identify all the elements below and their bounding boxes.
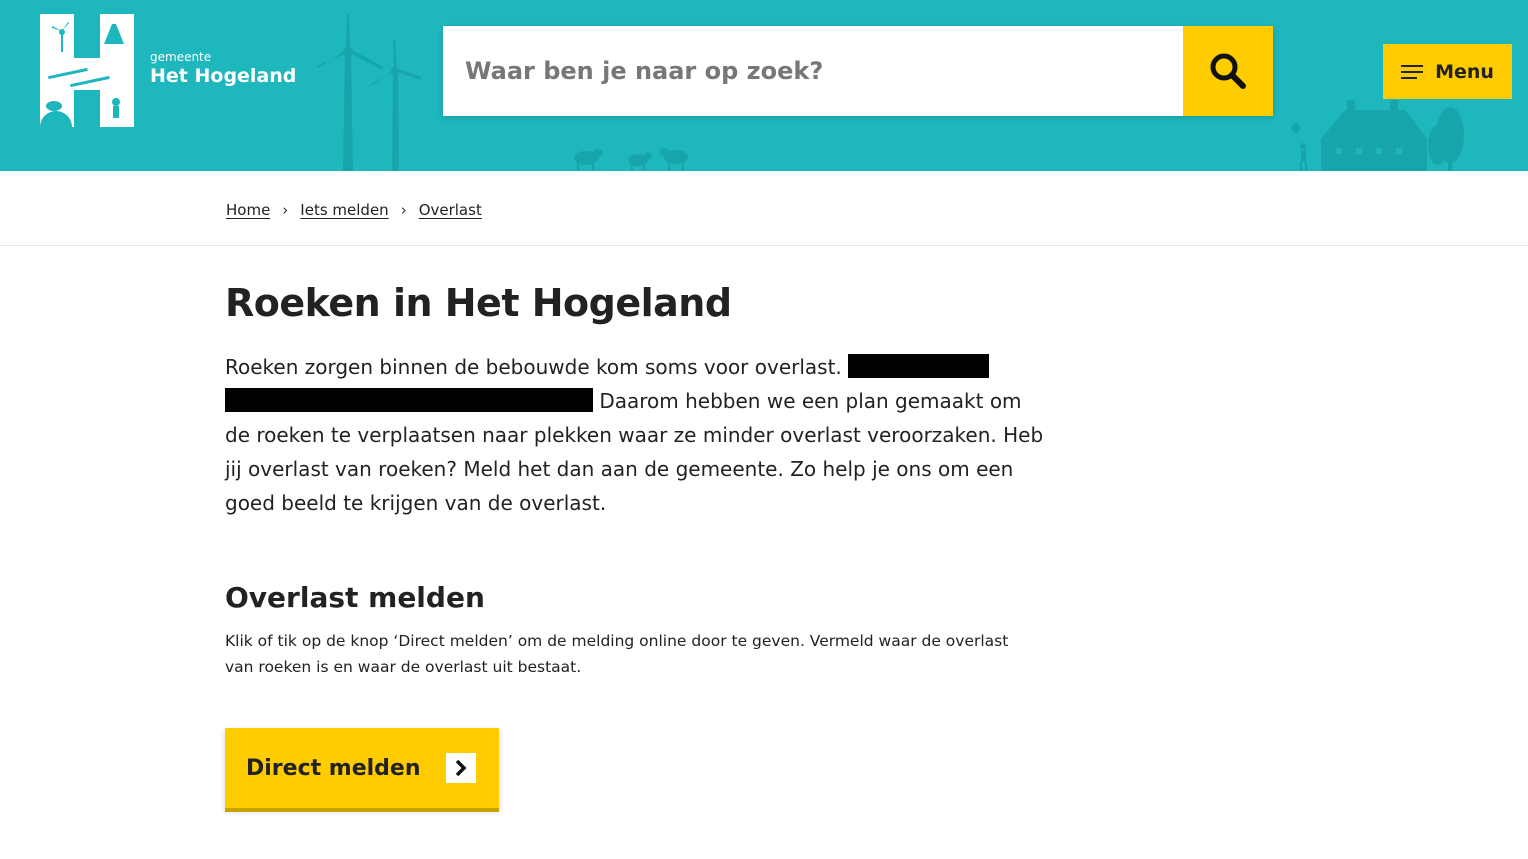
breadcrumb-overlast[interactable]: Overlast bbox=[419, 201, 482, 219]
main-content: Roeken in Het Hogeland Roeken zorgen bin… bbox=[225, 280, 1045, 808]
section-title: Overlast melden bbox=[225, 581, 485, 614]
chevron-right-icon: › bbox=[282, 201, 289, 219]
search-button[interactable] bbox=[1183, 26, 1273, 116]
search-input[interactable] bbox=[443, 26, 1183, 116]
logo-text[interactable]: gemeente Het Hogeland bbox=[150, 50, 296, 88]
section-text: Klik of tik op de knop ‘Direct melden’ o… bbox=[225, 632, 1009, 676]
logo-title: Het Hogeland bbox=[150, 65, 297, 87]
hamburger-icon bbox=[1401, 64, 1424, 80]
breadcrumb: Home › Iets melden › Overlast bbox=[226, 201, 482, 219]
redacted-text bbox=[848, 354, 990, 378]
breadcrumb-home[interactable]: Home bbox=[226, 201, 270, 219]
logo-h-mark bbox=[40, 14, 134, 127]
logo-subtitle: gemeente bbox=[150, 50, 212, 64]
search-icon bbox=[1210, 53, 1246, 89]
direct-melden-button[interactable]: Direct melden bbox=[225, 728, 499, 808]
logo[interactable] bbox=[40, 14, 134, 127]
site-header: gemeente Het Hogeland Menu bbox=[0, 0, 1528, 171]
search-bar bbox=[443, 26, 1273, 116]
breadcrumb-bar: Home › Iets melden › Overlast bbox=[0, 171, 1528, 246]
intro-text: Roeken zorgen binnen de bebouwde kom som… bbox=[225, 350, 1045, 520]
breadcrumb-iets-melden[interactable]: Iets melden bbox=[300, 201, 388, 219]
redacted-text bbox=[225, 388, 593, 412]
intro-text-part1: Roeken zorgen binnen de bebouwde kom som… bbox=[225, 355, 842, 379]
chevron-right-icon: › bbox=[400, 201, 407, 219]
direct-melden-label: Direct melden bbox=[246, 755, 421, 781]
menu-button[interactable]: Menu bbox=[1383, 44, 1512, 99]
page-title: Roeken in Het Hogeland bbox=[225, 281, 732, 325]
menu-label: Menu bbox=[1435, 60, 1494, 83]
chevron-right-icon bbox=[446, 753, 476, 783]
